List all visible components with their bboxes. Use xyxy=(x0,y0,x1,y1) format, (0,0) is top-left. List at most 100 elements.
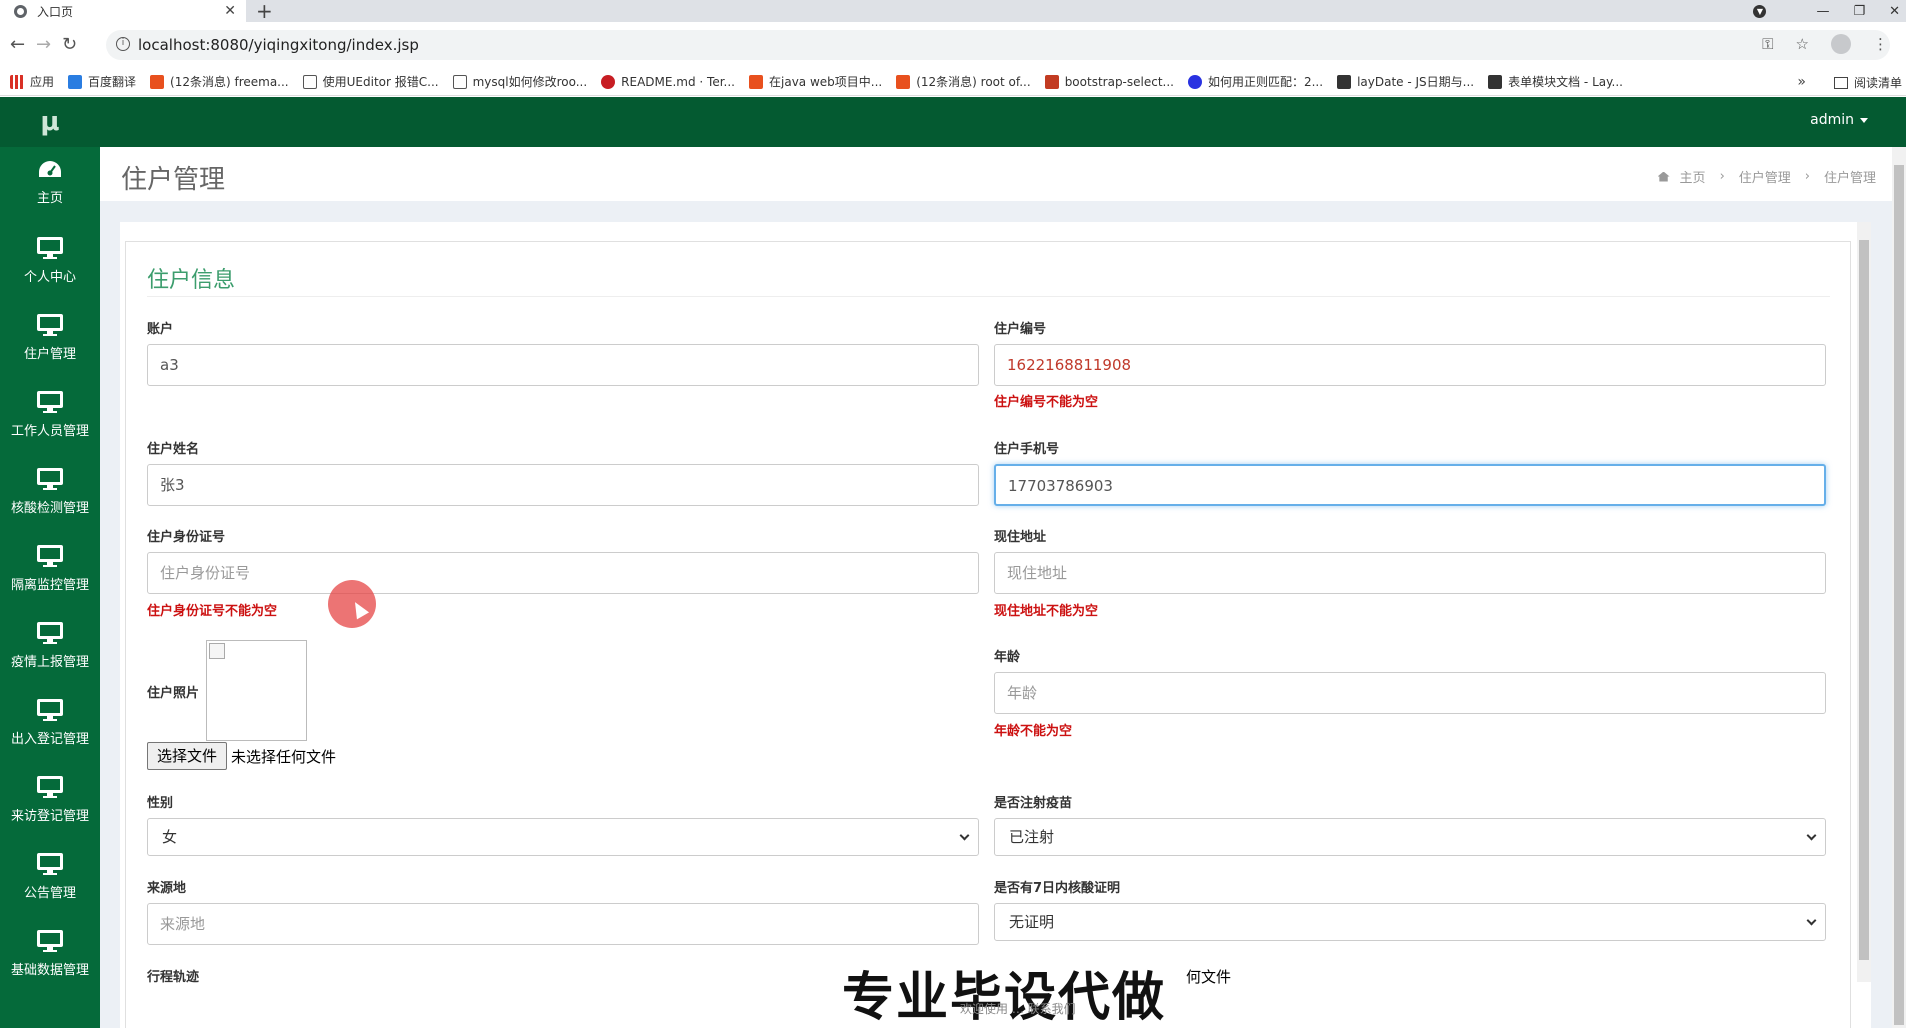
resident-no-error: 住户编号不能为空 xyxy=(994,391,1098,410)
reading-list-icon xyxy=(1834,77,1848,89)
minimize-icon[interactable]: — xyxy=(1816,4,1829,19)
menu-dots-icon[interactable]: ⋮ xyxy=(1873,35,1888,53)
form-scrollbar-thumb[interactable] xyxy=(1859,240,1869,960)
bookmarks-bar: 应用 百度翻译 (12条消息) freema... 使用UEditor 报错C.… xyxy=(0,68,1906,96)
tab-search-icon[interactable]: ▼ xyxy=(1753,5,1766,18)
user-menu[interactable]: admin xyxy=(1810,112,1868,128)
gender-select[interactable]: 女 xyxy=(147,818,979,856)
browser-tab[interactable]: 入口页 ✕ xyxy=(0,0,246,22)
id-card-label: 住户身份证号 xyxy=(147,526,225,545)
divider xyxy=(147,296,1830,297)
phone-input[interactable]: 17703786903 xyxy=(994,464,1826,506)
bookmark-item[interactable]: (12条消息) root of... xyxy=(896,73,1030,90)
name-input[interactable]: 张3 xyxy=(147,464,979,506)
site-icon xyxy=(1045,75,1059,89)
page-scrollbar[interactable] xyxy=(1892,147,1906,1028)
close-icon[interactable]: ✕ xyxy=(224,3,236,19)
monitor-icon xyxy=(36,313,64,337)
chevron-down-icon xyxy=(1807,916,1817,926)
site-icon xyxy=(453,75,467,89)
breadcrumb: 主页 › 住户管理 › 住户管理 xyxy=(1658,167,1876,186)
page-scrollbar-thumb[interactable] xyxy=(1894,165,1904,1025)
monitor-icon xyxy=(36,544,64,568)
bookmark-item[interactable]: 在java web项目中... xyxy=(749,73,882,90)
sidebar-item-nucleic-test[interactable]: 核酸检测管理 xyxy=(0,455,100,532)
breadcrumb-section[interactable]: 住户管理 xyxy=(1739,167,1791,186)
bookmark-item[interactable]: mysql如何修改roo... xyxy=(453,73,588,90)
watermark-subtext: 欢迎使用 … 联系我们 xyxy=(960,1000,1076,1017)
page-header: 住户管理 主页 › 住户管理 › 住户管理 xyxy=(100,147,1892,201)
bookmark-item[interactable]: 百度翻译 xyxy=(68,73,136,90)
sidebar-item-quarantine[interactable]: 隔离监控管理 xyxy=(0,532,100,609)
age-input[interactable]: 年龄 xyxy=(994,672,1826,714)
forward-icon[interactable]: → xyxy=(36,34,51,55)
bookmark-item[interactable]: layDate - JS日期与... xyxy=(1337,73,1474,90)
close-window-icon[interactable]: ✕ xyxy=(1889,4,1900,19)
sidebar: μ 主页 个人中心 住户管理 工作人员管理 核酸检测管理 隔离监控管理 疫情上报… xyxy=(0,97,100,1028)
restore-icon[interactable]: ❐ xyxy=(1853,4,1865,19)
url-actions: ⚿ ☆ ⋮ xyxy=(1762,34,1888,54)
key-icon[interactable]: ⚿ xyxy=(1762,35,1773,53)
bookmark-item[interactable]: 应用 xyxy=(10,73,54,90)
bookmarks-more[interactable]: » xyxy=(1797,74,1806,90)
id-card-input[interactable]: 住户身份证号 xyxy=(147,552,979,594)
vaccinated-label: 是否注射疫苗 xyxy=(994,792,1072,811)
page-title: 住户管理 xyxy=(121,159,225,196)
origin-input[interactable]: 来源地 xyxy=(147,903,979,945)
sidebar-item-staff[interactable]: 工作人员管理 xyxy=(0,378,100,455)
address-input[interactable]: 现住地址 xyxy=(994,552,1826,594)
bookmark-item[interactable]: 表单模块文档 - Lay... xyxy=(1488,73,1623,90)
vaccinated-select[interactable]: 已注射 xyxy=(994,818,1826,856)
breadcrumb-current: 住户管理 xyxy=(1824,167,1876,186)
csdn-icon xyxy=(749,75,763,89)
form-scrollbar[interactable] xyxy=(1857,222,1871,982)
photo-preview xyxy=(206,640,307,741)
star-icon[interactable]: ☆ xyxy=(1796,35,1809,53)
url-text[interactable]: localhost:8080/yiqingxitong/index.jsp xyxy=(138,36,419,54)
info-icon[interactable]: i xyxy=(116,37,130,51)
layui-icon xyxy=(1488,75,1502,89)
new-tab-icon[interactable]: + xyxy=(256,0,273,22)
translate-icon xyxy=(68,75,82,89)
chevron-down-icon xyxy=(1807,831,1817,841)
tab-title: 入口页 xyxy=(37,3,224,20)
account-input[interactable]: a3 xyxy=(147,344,979,386)
profile-avatar[interactable] xyxy=(1831,34,1851,54)
age-label: 年龄 xyxy=(994,646,1020,665)
sidebar-item-residents[interactable]: 住户管理 xyxy=(0,301,100,378)
bookmark-item[interactable]: (12条消息) freema... xyxy=(150,73,289,90)
sidebar-item-visitors[interactable]: 来访登记管理 xyxy=(0,763,100,840)
app-topbar: admin xyxy=(100,97,1906,147)
age-error: 年龄不能为空 xyxy=(994,720,1072,739)
sidebar-item-base-data[interactable]: 基础数据管理 xyxy=(0,917,100,994)
monitor-icon xyxy=(36,852,64,876)
nucleic-proof-label: 是否有7日内核酸证明 xyxy=(994,877,1120,896)
sidebar-item-profile[interactable]: 个人中心 xyxy=(0,224,100,301)
sidebar-item-epidemic-report[interactable]: 疫情上报管理 xyxy=(0,609,100,686)
chevron-right-icon: › xyxy=(1805,169,1810,184)
csdn-icon xyxy=(896,75,910,89)
bookmark-item[interactable]: bootstrap-select... xyxy=(1045,75,1174,89)
sidebar-item-entry-exit[interactable]: 出入登记管理 xyxy=(0,686,100,763)
bookmark-item[interactable]: README.md · Ter... xyxy=(601,75,735,89)
phone-label: 住户手机号 xyxy=(994,438,1059,457)
reading-list[interactable]: 阅读清单 xyxy=(1834,74,1902,91)
sidebar-item-home[interactable]: 主页 xyxy=(0,147,100,224)
resident-no-input[interactable]: 1622168811908 xyxy=(994,344,1826,386)
site-icon xyxy=(303,75,317,89)
gender-label: 性别 xyxy=(147,792,173,811)
back-icon[interactable]: ← xyxy=(10,34,25,55)
reload-icon[interactable]: ↻ xyxy=(62,34,77,55)
broken-image-icon xyxy=(209,643,225,659)
bookmark-item[interactable]: 使用UEditor 报错C... xyxy=(303,73,439,90)
breadcrumb-home[interactable]: 主页 xyxy=(1680,167,1706,186)
baidu-icon xyxy=(1188,75,1202,89)
itinerary-file-status: 何文件 xyxy=(1186,966,1231,987)
choose-file-button[interactable]: 选择文件 xyxy=(147,742,227,770)
app-logo[interactable]: μ xyxy=(0,97,100,147)
chevron-right-icon: › xyxy=(1720,169,1725,184)
monitor-icon xyxy=(36,467,64,491)
sidebar-item-notices[interactable]: 公告管理 xyxy=(0,840,100,917)
nucleic-proof-select[interactable]: 无证明 xyxy=(994,903,1826,941)
bookmark-item[interactable]: 如何用正则匹配：2... xyxy=(1188,73,1323,90)
